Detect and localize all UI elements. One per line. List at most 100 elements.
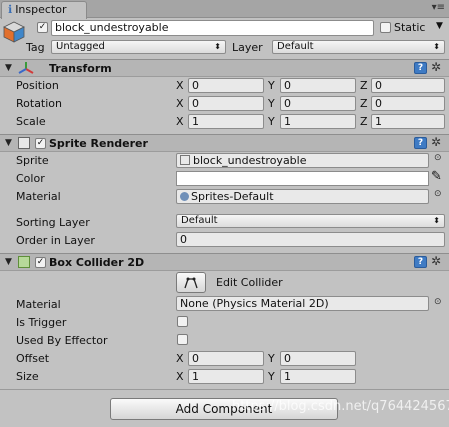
sprite-renderer-header[interactable]: ▼ ✓ Sprite Renderer ? ✲ [0, 134, 449, 152]
eyedropper-icon[interactable]: ✎ [431, 169, 442, 184]
edit-collider-icon [184, 277, 198, 289]
box-collider-icon [18, 256, 30, 268]
scale-label: Scale [16, 115, 46, 128]
rotation-z-axis-label: Z [360, 97, 368, 110]
position-x-field[interactable]: 0 [188, 78, 264, 93]
layer-dropdown[interactable]: Default ⬍ [272, 40, 445, 54]
sorting-layer-value: Default [181, 215, 218, 226]
position-label: Position [16, 79, 59, 92]
transform-title: Transform [49, 62, 112, 75]
tab-inspector[interactable]: ℹ Inspector [1, 1, 87, 19]
offset-y-field[interactable]: 0 [280, 351, 356, 366]
foldout-arrow-icon[interactable]: ▼ [5, 138, 12, 148]
used-by-effector-checkbox[interactable] [177, 334, 188, 345]
object-picker-icon[interactable]: ⊙ [434, 189, 442, 199]
foldout-arrow-icon[interactable]: ▼ [5, 63, 12, 73]
sprite-renderer-title: Sprite Renderer [49, 137, 148, 150]
scale-y-field[interactable]: 1 [280, 114, 356, 129]
tab-menu-icon[interactable]: ▾≡ [432, 2, 445, 13]
position-x-axis-label: X [176, 79, 184, 92]
static-checkbox[interactable] [380, 22, 391, 33]
updown-arrow-icon: ⬍ [214, 42, 221, 51]
static-dropdown-icon[interactable]: ▼ [436, 21, 443, 31]
rotation-x-field[interactable]: 0 [188, 96, 264, 111]
static-label: Static [394, 21, 426, 34]
order-in-layer-field[interactable]: 0 [176, 232, 445, 247]
position-z-field[interactable]: 0 [371, 78, 445, 93]
size-label: Size [16, 370, 39, 383]
box-collider-enabled-checkbox[interactable]: ✓ [35, 257, 46, 268]
rotation-z-field[interactable]: 0 [371, 96, 445, 111]
updown-arrow-icon: ⬍ [433, 216, 440, 225]
sprite-material-field[interactable]: Sprites-Default [176, 189, 429, 204]
tag-label: Tag [26, 41, 45, 54]
size-y-field[interactable]: 1 [280, 369, 356, 384]
sprite-value: block_undestroyable [193, 154, 307, 167]
position-y-field[interactable]: 0 [280, 78, 356, 93]
size-x-axis-label: X [176, 370, 184, 383]
layer-label: Layer [232, 41, 263, 54]
object-picker-icon[interactable]: ⊙ [434, 153, 442, 163]
sprite-material-value: Sprites-Default [191, 190, 274, 203]
offset-x-axis-label: X [176, 352, 184, 365]
material-sphere-icon [180, 192, 189, 201]
edit-collider-button[interactable] [176, 272, 206, 293]
rotation-x-axis-label: X [176, 97, 184, 110]
tab-bar: ℹ Inspector ▾≡ [0, 0, 449, 19]
gear-icon[interactable]: ✲ [431, 254, 441, 268]
scale-x-axis-label: X [176, 115, 184, 128]
scale-y-axis-label: Y [268, 115, 275, 128]
sprite-asset-icon [180, 155, 190, 165]
sorting-layer-label: Sorting Layer [16, 216, 90, 229]
gear-icon[interactable]: ✲ [431, 60, 441, 74]
help-icon[interactable]: ? [414, 62, 427, 74]
offset-x-field[interactable]: 0 [188, 351, 264, 366]
gameobject-name-input[interactable]: block_undestroyable [51, 20, 374, 36]
size-x-field[interactable]: 1 [188, 369, 264, 384]
sprite-field[interactable]: block_undestroyable [176, 153, 429, 168]
offset-y-axis-label: Y [268, 352, 275, 365]
divider [0, 389, 449, 390]
sorting-layer-dropdown[interactable]: Default ⬍ [176, 214, 445, 228]
box-collider-header[interactable]: ▼ ✓ Box Collider 2D ? ✲ [0, 253, 449, 271]
color-swatch[interactable] [176, 171, 429, 186]
tag-value: Untagged [56, 41, 105, 52]
position-z-axis-label: Z [360, 79, 368, 92]
collider-material-label: Material [16, 298, 61, 311]
transform-header[interactable]: ▼ Transform ? ✲ [0, 59, 449, 77]
active-checkbox[interactable]: ✓ [37, 22, 48, 33]
edit-collider-label: Edit Collider [216, 276, 283, 289]
sprite-renderer-icon [18, 137, 30, 149]
scale-z-field[interactable]: 1 [371, 114, 445, 129]
box-collider-title: Box Collider 2D [49, 256, 145, 269]
transform-axes-icon [18, 61, 34, 78]
color-label: Color [16, 172, 45, 185]
gameobject-cube-icon [2, 20, 26, 44]
rotation-label: Rotation [16, 97, 63, 110]
is-trigger-label: Is Trigger [16, 316, 67, 329]
watermark: https://blog.csdn.net/q764424567 [232, 399, 449, 414]
foldout-arrow-icon[interactable]: ▼ [5, 257, 12, 267]
sprite-label: Sprite [16, 154, 49, 167]
sprite-material-label: Material [16, 190, 61, 203]
sprite-renderer-enabled-checkbox[interactable]: ✓ [35, 138, 46, 149]
rotation-y-field[interactable]: 0 [280, 96, 356, 111]
tag-dropdown[interactable]: Untagged ⬍ [51, 40, 226, 54]
tab-inspector-label: Inspector [15, 3, 67, 16]
layer-value: Default [277, 41, 314, 52]
offset-label: Offset [16, 352, 50, 365]
info-icon: ℹ [8, 3, 13, 16]
updown-arrow-icon: ⬍ [433, 42, 440, 51]
help-icon[interactable]: ? [414, 256, 427, 268]
scale-x-field[interactable]: 1 [188, 114, 264, 129]
collider-material-field[interactable]: None (Physics Material 2D) [176, 296, 429, 311]
rotation-y-axis-label: Y [268, 97, 275, 110]
object-picker-icon[interactable]: ⊙ [434, 297, 442, 307]
gear-icon[interactable]: ✲ [431, 135, 441, 149]
scale-z-axis-label: Z [360, 115, 368, 128]
order-in-layer-label: Order in Layer [16, 234, 95, 247]
position-y-axis-label: Y [268, 79, 275, 92]
is-trigger-checkbox[interactable] [177, 316, 188, 327]
help-icon[interactable]: ? [414, 137, 427, 149]
used-by-effector-label: Used By Effector [16, 334, 108, 347]
